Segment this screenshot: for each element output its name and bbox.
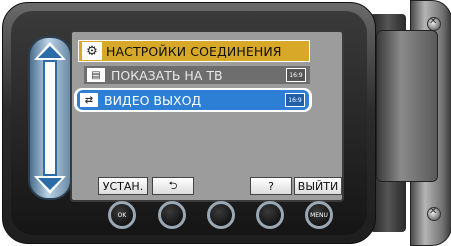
menu-item-video-output[interactable]: ⇄ ВИДЕО ВЫХОД 16:9 [74, 88, 312, 112]
menu-item-label: ВИДЕО ВЫХОД [104, 92, 202, 108]
arrow-down-inner [38, 178, 62, 190]
round-button-2[interactable] [158, 201, 186, 229]
menu-item-label: ПОКАЗАТЬ НА ТВ [111, 67, 223, 83]
aspect-badge: 16:9 [285, 93, 305, 107]
menu-title: НАСТРОЙКИ СОЕДИНЕНИЯ [106, 43, 282, 59]
screw-icon [427, 16, 441, 31]
selection-highlight: ⇄ ВИДЕО ВЫХОД 16:9 [77, 90, 309, 110]
ok-button[interactable]: OK [108, 201, 136, 229]
screw-icon [427, 206, 441, 221]
round-button-3[interactable] [207, 201, 235, 229]
help-button[interactable]: ? [250, 177, 292, 195]
menu-item-show-on-tv[interactable]: ▤ ПОКАЗАТЬ НА ТВ 16:9 [84, 66, 310, 84]
slider-track[interactable] [43, 60, 57, 176]
settings-icon: ⚙ [82, 42, 102, 60]
exit-button[interactable]: ВЫЙТИ [294, 177, 342, 195]
menu-button[interactable]: MENU [305, 201, 333, 229]
round-button-4[interactable] [256, 201, 284, 229]
set-button[interactable]: УСТАН. [98, 177, 148, 195]
scroll-slider[interactable] [28, 36, 72, 200]
tv-display-icon: ▤ [87, 68, 105, 82]
lcd-screen: ⚙ НАСТРОЙКИ СОЕДИНЕНИЯ ▤ ПОКАЗАТЬ НА ТВ … [70, 30, 344, 202]
aspect-badge: 16:9 [286, 68, 306, 82]
hinge-panel [376, 30, 438, 182]
menu-title-bar: ⚙ НАСТРОЙКИ СОЕДИНЕНИЯ [78, 40, 310, 62]
arrow-up-inner [38, 46, 62, 58]
back-button[interactable]: ⮌ [152, 177, 194, 195]
video-output-icon: ⇄ [80, 93, 98, 107]
